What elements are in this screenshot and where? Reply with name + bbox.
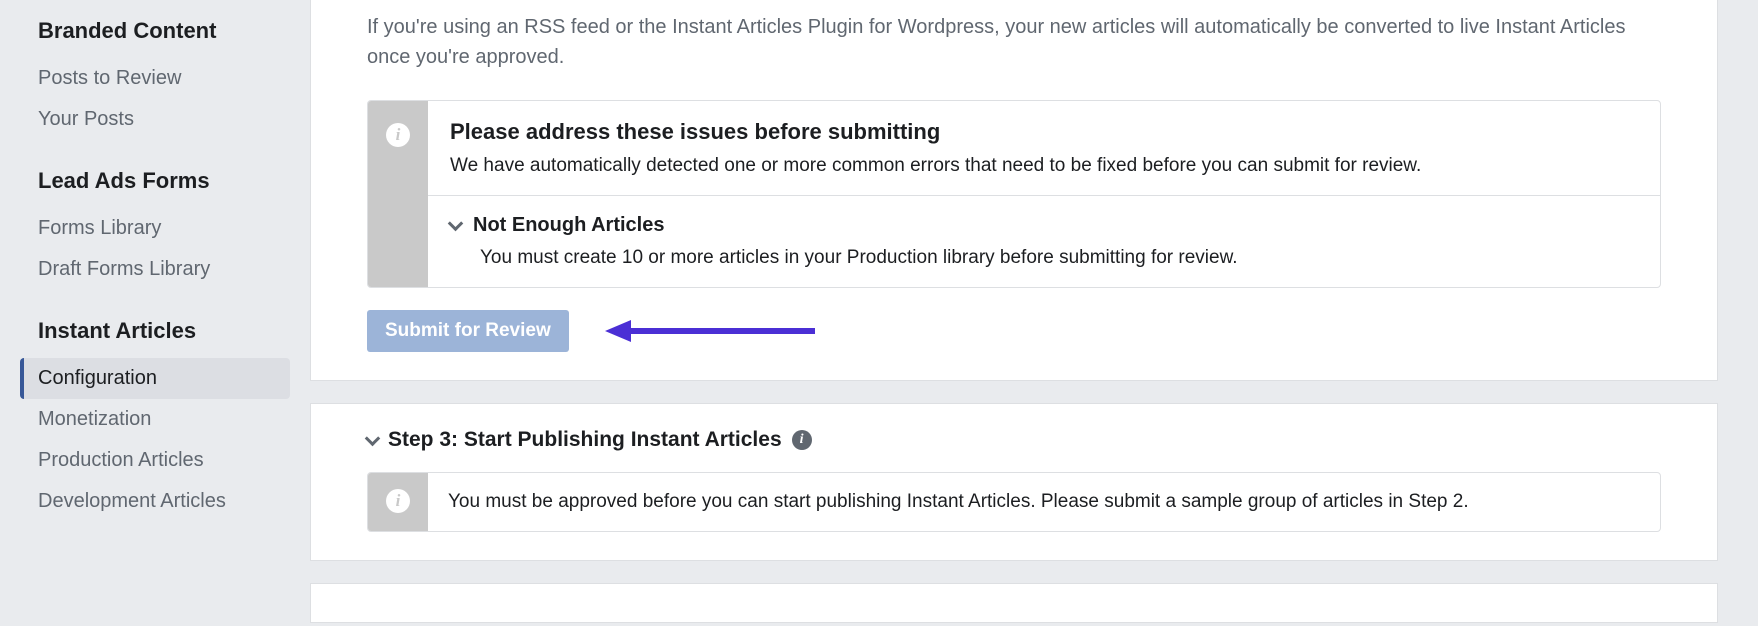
arrow-annotation-icon	[605, 316, 815, 346]
step3-card: Step 3: Start Publishing Instant Article…	[310, 403, 1718, 561]
sidebar-item-monetization[interactable]: Monetization	[20, 399, 290, 440]
sidebar-group-branded-content: Branded Content Posts to Review Your Pos…	[20, 18, 290, 140]
step-card: If you're using an RSS feed or the Insta…	[310, 0, 1718, 381]
sidebar: Branded Content Posts to Review Your Pos…	[0, 0, 310, 626]
chevron-down-icon	[365, 430, 381, 446]
info-icon: i	[386, 123, 410, 147]
info-icon: i	[386, 489, 410, 513]
step3-header[interactable]: Step 3: Start Publishing Instant Article…	[367, 428, 1661, 452]
issues-notice: i Please address these issues before sub…	[367, 100, 1661, 288]
sidebar-group-instant-articles: Instant Articles Configuration Monetizat…	[20, 318, 290, 522]
sidebar-heading: Instant Articles	[38, 318, 290, 344]
notice-sub-title: Not Enough Articles	[473, 214, 664, 237]
notice-icon-column: i	[368, 101, 428, 287]
submit-for-review-button[interactable]: Submit for Review	[367, 310, 569, 352]
step3-title: Step 3: Start Publishing Instant Article…	[388, 428, 782, 452]
sidebar-item-draft-forms-library[interactable]: Draft Forms Library	[20, 249, 290, 290]
main-content: If you're using an RSS feed or the Insta…	[310, 0, 1758, 626]
notice-text: We have automatically detected one or mo…	[450, 155, 1638, 177]
step3-notice-text: You must be approved before you can star…	[428, 473, 1489, 531]
next-card	[310, 583, 1718, 623]
sidebar-item-production-articles[interactable]: Production Articles	[20, 440, 290, 481]
notice-body: Please address these issues before submi…	[428, 101, 1660, 287]
submit-row: Submit for Review	[367, 310, 1661, 352]
notice-sub[interactable]: Not Enough Articles You must create 10 o…	[428, 195, 1660, 287]
chevron-down-icon	[448, 216, 464, 232]
notice-sub-head: Not Enough Articles	[450, 214, 1638, 237]
sidebar-group-lead-ads-forms: Lead Ads Forms Forms Library Draft Forms…	[20, 168, 290, 290]
notice-icon-column: i	[368, 473, 428, 531]
notice-title: Please address these issues before submi…	[450, 119, 1638, 145]
sidebar-heading: Branded Content	[38, 18, 290, 44]
intro-text: If you're using an RSS feed or the Insta…	[367, 12, 1661, 72]
step3-notice: i You must be approved before you can st…	[367, 472, 1661, 532]
sidebar-item-configuration[interactable]: Configuration	[20, 358, 290, 399]
sidebar-item-forms-library[interactable]: Forms Library	[20, 208, 290, 249]
notice-top: Please address these issues before submi…	[428, 101, 1660, 195]
sidebar-item-posts-to-review[interactable]: Posts to Review	[20, 58, 290, 99]
sidebar-heading: Lead Ads Forms	[38, 168, 290, 194]
info-icon[interactable]: i	[792, 430, 812, 450]
notice-sub-text: You must create 10 or more articles in y…	[450, 247, 1638, 269]
sidebar-item-your-posts[interactable]: Your Posts	[20, 99, 290, 140]
sidebar-item-development-articles[interactable]: Development Articles	[20, 481, 290, 522]
